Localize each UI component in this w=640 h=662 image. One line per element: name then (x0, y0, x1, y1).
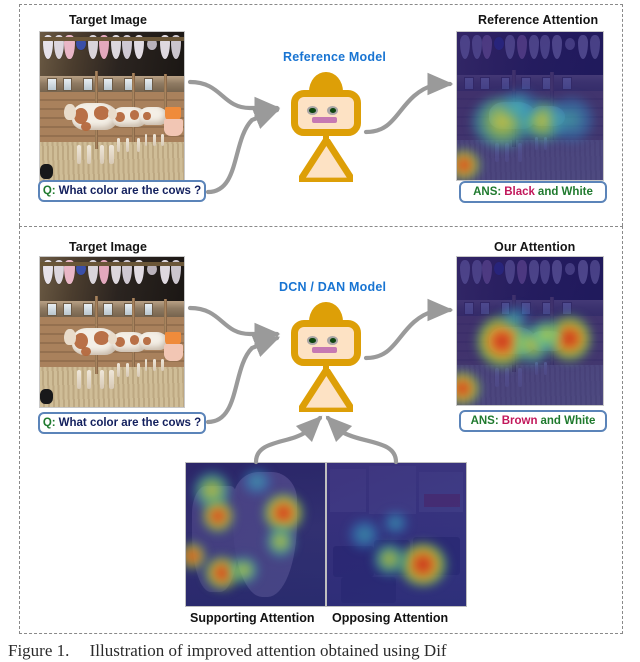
heading-target-image-top: Target Image (69, 13, 148, 27)
question-callout-top: Q: What color are the cows ? (38, 180, 206, 202)
question-callout-bottom: Q: What color are the cows ? (38, 412, 206, 434)
our-attention-image (456, 256, 604, 406)
opposing-attention-image (326, 462, 467, 607)
model-label-reference: Reference Model (283, 50, 387, 64)
model-label-dcn-dan: DCN / DAN Model (279, 280, 387, 294)
heading-target-image-bottom: Target Image (69, 240, 148, 254)
barn-photo-2 (40, 257, 184, 407)
heading-our-attention: Our Attention (494, 240, 576, 254)
robot-mouth (312, 117, 337, 124)
question-text-bottom: What color are the cows ? (58, 417, 202, 429)
caption-text: Illustration of improved attention obtai… (89, 641, 447, 660)
question-prefix-top: Q: (42, 185, 56, 197)
answer-callout-top: ANS: Black and White (459, 181, 607, 203)
barn-photo (40, 32, 184, 182)
answer-prefix-bottom: ANS: (470, 415, 499, 427)
question-text-top: What color are the cows ? (58, 185, 202, 197)
robot-body-triangle-2 (298, 368, 354, 413)
robot-icon-reference (288, 72, 364, 183)
answer-prefix-top: ANS: (473, 186, 502, 198)
label-supporting-attention: Supporting Attention (190, 611, 315, 625)
answer-suffix-top: and White (537, 186, 593, 198)
answer-suffix-bottom: and White (540, 415, 596, 427)
robot-eye-right (327, 105, 339, 115)
heading-reference-attention: Reference Attention (478, 13, 599, 27)
attention-heatmap-reference (457, 32, 603, 180)
figure-caption: Figure 1. Illustration of improved atten… (8, 641, 632, 662)
question-prefix-bottom: Q: (42, 417, 56, 429)
robot-body-triangle (298, 138, 354, 183)
caption-number: Figure 1. (8, 641, 70, 660)
robot-mouth-2 (312, 347, 337, 354)
answer-callout-bottom: ANS: Brown and White (459, 410, 607, 432)
robot-icon-dcn-dan (288, 302, 364, 413)
target-image-bottom (39, 256, 185, 408)
answer-highlight-top: Black (504, 186, 535, 198)
robot-eye-left (306, 105, 319, 115)
reference-attention-image (456, 31, 604, 181)
label-opposing-attention: Opposing Attention (332, 611, 449, 625)
robot-eye-right-2 (327, 335, 339, 345)
figure-container: Target Image Q: What color are the cows … (0, 0, 640, 662)
supporting-attention-image (185, 462, 326, 607)
robot-eye-left-2 (306, 335, 319, 345)
answer-highlight-bottom: Brown (501, 415, 538, 427)
target-image-top (39, 31, 185, 183)
attention-heatmap-ours (457, 257, 603, 405)
